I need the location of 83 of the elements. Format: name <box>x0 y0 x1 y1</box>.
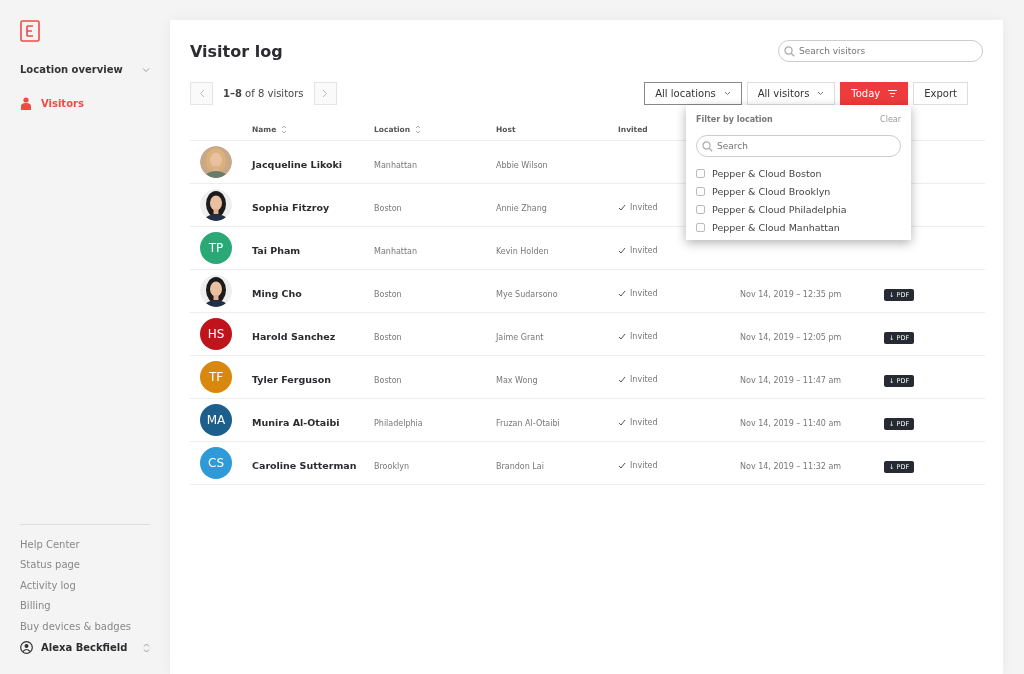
invited-status: Invited <box>618 417 658 427</box>
invited-status: Invited <box>618 374 658 384</box>
chevron-right-icon <box>322 89 328 98</box>
table-cell: Manhattan <box>374 160 418 170</box>
visitor-name: Jacqueline Likoki <box>252 158 343 170</box>
check-icon <box>618 203 626 211</box>
location-option[interactable]: Pepper & Cloud Boston <box>696 164 901 182</box>
table-cell: Annie Zhang <box>496 203 547 213</box>
table-cell: Boston <box>374 289 402 299</box>
avatar: MA <box>200 404 232 436</box>
search-field[interactable]: Search <box>696 135 901 157</box>
table-cell: Jaime Grant <box>496 332 544 342</box>
avatar: CS <box>200 447 232 479</box>
filter-button[interactable]: Today <box>840 82 909 105</box>
avatar: TP <box>200 232 232 264</box>
check-icon <box>618 246 626 254</box>
table-cell: Nov 14, 2019 – 11:47 am <box>740 375 842 385</box>
checkbox[interactable] <box>696 186 705 196</box>
user-icon <box>20 641 33 654</box>
invited-status: Invited <box>618 460 658 470</box>
check-icon <box>618 461 626 469</box>
export-button[interactable]: Export <box>913 82 968 105</box>
search-icon <box>702 141 713 152</box>
location-option[interactable]: Pepper & Cloud Philadelphia <box>696 200 901 218</box>
table-cell: Nov 14, 2019 – 12:05 pm <box>740 332 842 342</box>
user-menu[interactable]: Alexa Beckfield <box>20 641 150 654</box>
visitor-icon <box>20 97 32 110</box>
visitor-name: Munira Al-Otaibi <box>252 416 340 428</box>
filter-icon <box>888 90 898 97</box>
table-cell: Mye Sudarsono <box>496 289 558 299</box>
invited-status: Invited <box>618 245 658 255</box>
pager-count: 1–8 of 8 visitors <box>223 88 304 99</box>
logo-icon <box>20 20 40 42</box>
table-cell: Boston <box>374 203 402 213</box>
visitor-name: Tyler Ferguson <box>252 373 331 385</box>
previous-page-button[interactable] <box>190 82 213 105</box>
chevron-icon <box>142 66 150 73</box>
chevron-icon <box>723 91 731 96</box>
table-cell: Max Wong <box>496 375 538 385</box>
invited-status: Invited <box>618 202 658 212</box>
table-cell: Philadelphia <box>374 418 423 428</box>
check-icon <box>618 418 626 426</box>
checkbox[interactable] <box>696 168 705 178</box>
visitor-name: Harold Sanchez <box>252 330 336 342</box>
visitor-name: Tai Pham <box>252 244 301 256</box>
location-option[interactable]: Pepper & Cloud Brooklyn <box>696 182 901 200</box>
avatar: HS <box>200 318 232 350</box>
table-cell: Nov 14, 2019 – 11:40 am <box>740 418 842 428</box>
chevron-icon <box>817 91 825 96</box>
menu-title: Filter by location <box>696 115 773 124</box>
page-title: Visitor log <box>190 41 283 61</box>
location-option[interactable]: Pepper & Cloud Manhattan <box>696 218 901 236</box>
table-cell: Abbie Wilson <box>496 160 548 170</box>
search-field[interactable]: Search visitors <box>778 40 983 62</box>
check-icon <box>618 332 626 340</box>
table-cell: Fruzan Al-Otaibi <box>496 418 560 428</box>
dropdown-button[interactable]: All visitors <box>746 82 836 105</box>
next-page-button[interactable] <box>313 82 337 105</box>
check-icon <box>618 375 626 383</box>
table-cell: Brooklyn <box>374 461 410 471</box>
table-cell: Boston <box>374 375 402 385</box>
avatar: TF <box>200 361 232 393</box>
table-cell: Nov 14, 2019 – 12:35 pm <box>740 289 842 299</box>
chevron-left-icon <box>198 89 205 98</box>
sort-icon <box>281 124 288 134</box>
checkbox[interactable] <box>696 222 705 232</box>
table-cell: Manhattan <box>374 246 418 256</box>
sort-icon <box>143 642 150 653</box>
table-cell: Nov 14, 2019 – 11:32 am <box>740 461 842 471</box>
search-icon <box>784 46 795 57</box>
sort-icon <box>415 124 422 134</box>
visitor-name: Sophia Fitzroy <box>252 201 330 213</box>
invited-status: Invited <box>618 288 658 298</box>
table-cell: Kevin Holden <box>496 246 549 256</box>
invited-status: Invited <box>618 331 658 341</box>
location-overview-menu[interactable]: Location overview <box>20 64 150 75</box>
table-cell: Brandon Lai <box>496 461 544 471</box>
check-icon <box>618 289 626 297</box>
checkbox[interactable] <box>696 204 705 214</box>
visitor-name: Caroline Sutterman <box>252 459 357 471</box>
dropdown-button[interactable]: All locations <box>644 82 742 105</box>
table-cell: Boston <box>374 332 402 342</box>
visitor-name: Ming Cho <box>252 287 302 299</box>
